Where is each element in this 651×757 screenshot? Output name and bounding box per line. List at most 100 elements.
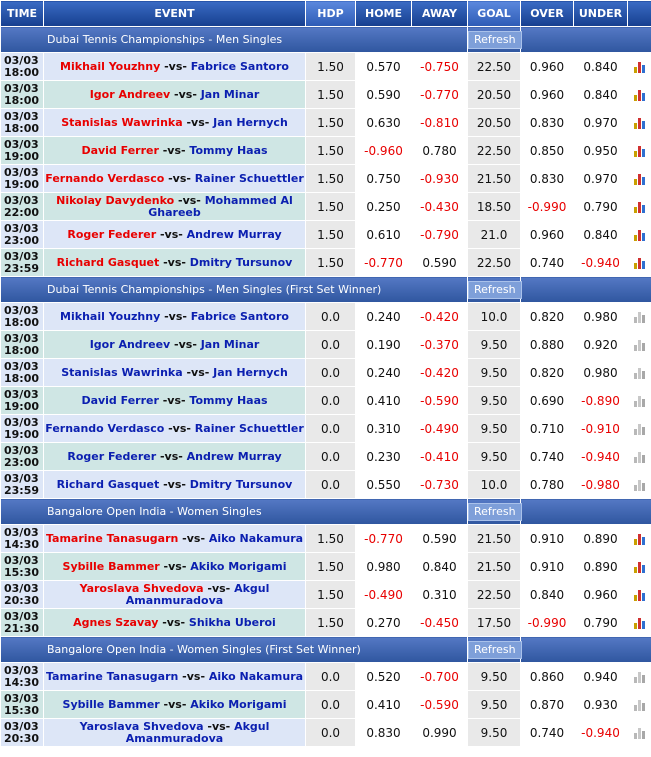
stats-chart-icon[interactable]: [633, 257, 646, 269]
stats-chart-icon[interactable]: [633, 533, 646, 545]
away-team-link[interactable]: Shikha Uberoi: [189, 616, 276, 629]
over-odds[interactable]: 0.830: [520, 108, 574, 137]
over-odds[interactable]: 0.740: [520, 718, 574, 747]
away-team-link[interactable]: Aiko Nakamura: [209, 670, 303, 683]
home-odds[interactable]: 0.190: [355, 330, 412, 359]
away-odds[interactable]: -0.410: [411, 442, 468, 471]
under-odds[interactable]: 0.970: [573, 164, 628, 193]
home-team-link[interactable]: Fernando Verdasco: [45, 422, 164, 435]
away-odds[interactable]: -0.700: [411, 662, 468, 691]
over-odds[interactable]: 0.710: [520, 414, 574, 443]
away-odds[interactable]: -0.790: [411, 220, 468, 249]
away-odds[interactable]: -0.590: [411, 690, 468, 719]
over-odds[interactable]: 0.870: [520, 690, 574, 719]
home-team-link[interactable]: Richard Gasquet: [57, 478, 160, 491]
home-odds[interactable]: 0.630: [355, 108, 412, 137]
away-team-link[interactable]: Aiko Nakamura: [209, 532, 303, 545]
stats-chart-icon[interactable]: [633, 89, 646, 101]
refresh-button[interactable]: Refresh: [468, 280, 522, 299]
away-odds[interactable]: -0.590: [411, 386, 468, 415]
under-odds[interactable]: 0.890: [573, 524, 628, 553]
stats-chart-icon[interactable]: [633, 451, 646, 463]
under-odds[interactable]: 0.980: [573, 358, 628, 387]
home-odds[interactable]: 0.240: [355, 358, 412, 387]
stats-chart-icon[interactable]: [633, 117, 646, 129]
under-odds[interactable]: 0.790: [573, 192, 628, 221]
away-team-link[interactable]: Rainer Schuettler: [195, 172, 304, 185]
home-odds[interactable]: 0.270: [355, 608, 412, 637]
away-team-link[interactable]: Akiko Morigami: [190, 560, 286, 573]
stats-chart-icon[interactable]: [633, 339, 646, 351]
under-odds[interactable]: -0.940: [573, 248, 628, 277]
home-team-link[interactable]: Richard Gasquet: [57, 256, 160, 269]
away-team-link[interactable]: Dmitry Tursunov: [190, 256, 293, 269]
over-odds[interactable]: 0.910: [520, 552, 574, 581]
away-odds[interactable]: 0.840: [411, 552, 468, 581]
home-odds[interactable]: 0.230: [355, 442, 412, 471]
under-odds[interactable]: 0.890: [573, 552, 628, 581]
under-odds[interactable]: 0.920: [573, 330, 628, 359]
under-odds[interactable]: -0.940: [573, 442, 628, 471]
stats-chart-icon[interactable]: [633, 699, 646, 711]
away-team-link[interactable]: Tommy Haas: [189, 144, 267, 157]
away-odds[interactable]: -0.750: [411, 52, 468, 81]
home-odds[interactable]: 0.590: [355, 80, 412, 109]
away-odds[interactable]: -0.770: [411, 80, 468, 109]
home-odds[interactable]: 0.550: [355, 470, 412, 499]
home-odds[interactable]: -0.490: [355, 580, 412, 609]
away-odds[interactable]: -0.430: [411, 192, 468, 221]
home-team-link[interactable]: David Ferrer: [81, 394, 158, 407]
stats-chart-icon[interactable]: [633, 671, 646, 683]
home-team-link[interactable]: Mikhail Youzhny: [60, 60, 160, 73]
home-team-link[interactable]: Igor Andreev: [90, 88, 171, 101]
stats-chart-icon[interactable]: [633, 173, 646, 185]
away-odds[interactable]: -0.810: [411, 108, 468, 137]
away-odds[interactable]: 0.780: [411, 136, 468, 165]
home-odds[interactable]: 0.980: [355, 552, 412, 581]
under-odds[interactable]: 0.950: [573, 136, 628, 165]
away-odds[interactable]: -0.370: [411, 330, 468, 359]
over-odds[interactable]: 0.880: [520, 330, 574, 359]
over-odds[interactable]: -0.990: [520, 192, 574, 221]
over-odds[interactable]: 0.860: [520, 662, 574, 691]
under-odds[interactable]: 0.970: [573, 108, 628, 137]
away-team-link[interactable]: Fabrice Santoro: [191, 60, 289, 73]
away-odds[interactable]: -0.930: [411, 164, 468, 193]
home-team-link[interactable]: Igor Andreev: [90, 338, 171, 351]
under-odds[interactable]: 0.840: [573, 80, 628, 109]
away-odds[interactable]: -0.490: [411, 414, 468, 443]
away-odds[interactable]: -0.730: [411, 470, 468, 499]
home-odds[interactable]: -0.770: [355, 248, 412, 277]
away-team-link[interactable]: Jan Hernych: [213, 116, 288, 129]
away-team-link[interactable]: Dmitry Tursunov: [190, 478, 293, 491]
away-odds[interactable]: 0.590: [411, 524, 468, 553]
under-odds[interactable]: -0.980: [573, 470, 628, 499]
home-team-link[interactable]: Agnes Szavay: [73, 616, 158, 629]
under-odds[interactable]: 0.840: [573, 52, 628, 81]
away-team-link[interactable]: Jan Hernych: [213, 366, 288, 379]
home-team-link[interactable]: Tamarine Tanasugarn: [46, 532, 178, 545]
away-team-link[interactable]: Jan Minar: [201, 338, 260, 351]
stats-chart-icon[interactable]: [633, 395, 646, 407]
home-odds[interactable]: 0.240: [355, 302, 412, 331]
refresh-button[interactable]: Refresh: [468, 502, 522, 521]
away-odds[interactable]: -0.420: [411, 302, 468, 331]
over-odds[interactable]: 0.740: [520, 248, 574, 277]
home-team-link[interactable]: Fernando Verdasco: [45, 172, 164, 185]
away-team-link[interactable]: Andrew Murray: [187, 228, 282, 241]
stats-chart-icon[interactable]: [633, 367, 646, 379]
home-team-link[interactable]: Sybille Bammer: [63, 560, 160, 573]
over-odds[interactable]: 0.820: [520, 302, 574, 331]
away-odds[interactable]: 0.310: [411, 580, 468, 609]
over-odds[interactable]: 0.830: [520, 164, 574, 193]
home-odds[interactable]: 0.310: [355, 414, 412, 443]
under-odds[interactable]: 0.940: [573, 662, 628, 691]
home-odds[interactable]: 0.830: [355, 718, 412, 747]
home-team-link[interactable]: Mikhail Youzhny: [60, 310, 160, 323]
home-team-link[interactable]: Sybille Bammer: [63, 698, 160, 711]
under-odds[interactable]: 0.960: [573, 580, 628, 609]
home-team-link[interactable]: Stanislas Wawrinka: [61, 116, 182, 129]
under-odds[interactable]: -0.910: [573, 414, 628, 443]
over-odds[interactable]: 0.850: [520, 136, 574, 165]
over-odds[interactable]: 0.960: [520, 80, 574, 109]
